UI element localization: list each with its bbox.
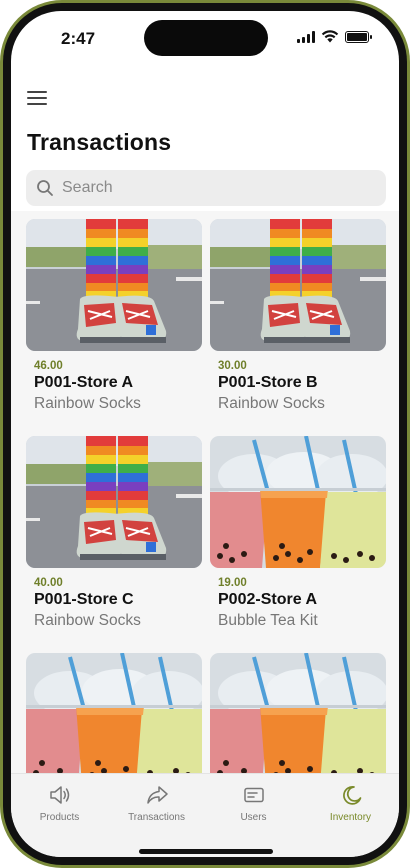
product-card[interactable] <box>26 653 202 773</box>
moon-icon <box>342 786 361 805</box>
product-subtitle: Rainbow Socks <box>34 395 141 412</box>
tab-products[interactable]: Products <box>11 784 108 823</box>
share-arrow-icon <box>146 786 168 804</box>
product-title: P001-Store C <box>34 591 134 608</box>
hamburger-menu-icon[interactable] <box>27 91 47 105</box>
header: Transactions <box>11 67 399 211</box>
product-grid: 46.00 P001-Store A Rainbow Socks 30.00 P001… <box>26 219 386 773</box>
product-price: 19.00 <box>218 577 247 589</box>
bubble-tea-image <box>210 653 386 773</box>
product-grid-area: 46.00 P001-Store A Rainbow Socks 30.00 P001… <box>11 211 399 773</box>
rainbow-socks-image <box>26 219 202 351</box>
search-bar[interactable] <box>26 170 386 206</box>
screen: 2:47 Transactions Search 46.00 P001-Stor… <box>11 11 399 857</box>
tab-users[interactable]: Users <box>205 784 302 823</box>
product-subtitle: Rainbow Socks <box>34 612 141 629</box>
tab-bar: Products Transactions Users Inventory <box>11 773 399 857</box>
tab-inventory[interactable]: Inventory <box>302 784 399 823</box>
speaker-icon <box>49 786 69 804</box>
home-indicator <box>139 849 273 854</box>
product-subtitle: Rainbow Socks <box>218 395 325 412</box>
status-time: 2:47 <box>61 29 96 48</box>
status-icons <box>297 30 372 43</box>
product-title: P001-Store B <box>218 374 318 391</box>
wifi-icon <box>321 30 339 43</box>
product-subtitle: Bubble Tea Kit <box>218 612 318 629</box>
bubble-tea-image <box>26 653 202 773</box>
bubble-tea-image <box>210 436 386 568</box>
tab-transactions-label: Transactions <box>128 812 185 823</box>
product-price: 46.00 <box>34 360 63 372</box>
product-title: P002-Store A <box>218 591 317 608</box>
tab-products-label: Products <box>39 812 80 823</box>
rainbow-socks-image <box>210 219 386 351</box>
tab-users-label: Users <box>240 812 267 823</box>
tab-transactions[interactable]: Transactions <box>108 784 205 823</box>
product-title: P001-Store A <box>34 374 133 391</box>
search-icon <box>37 180 53 196</box>
product-card[interactable]: 46.00 P001-Store A Rainbow Socks <box>26 219 202 436</box>
cellular-signal-icon <box>297 30 315 43</box>
card-icon <box>243 787 264 803</box>
product-card[interactable] <box>210 653 386 773</box>
search-input[interactable] <box>62 179 362 197</box>
rainbow-socks-image <box>26 436 202 568</box>
dynamic-island <box>144 20 268 56</box>
product-card[interactable]: 19.00 P002-Store A Bubble Tea Kit <box>210 436 386 653</box>
tab-inventory-label: Inventory <box>329 812 372 823</box>
product-card[interactable]: 30.00 P001-Store B Rainbow Socks <box>210 219 386 436</box>
status-bar: 2:47 <box>11 11 399 67</box>
battery-icon <box>345 30 372 43</box>
product-price: 30.00 <box>218 360 247 372</box>
page-title: Transactions <box>27 129 172 155</box>
product-card[interactable]: 40.00 P001-Store C Rainbow Socks <box>26 436 202 653</box>
product-price: 40.00 <box>34 577 63 589</box>
